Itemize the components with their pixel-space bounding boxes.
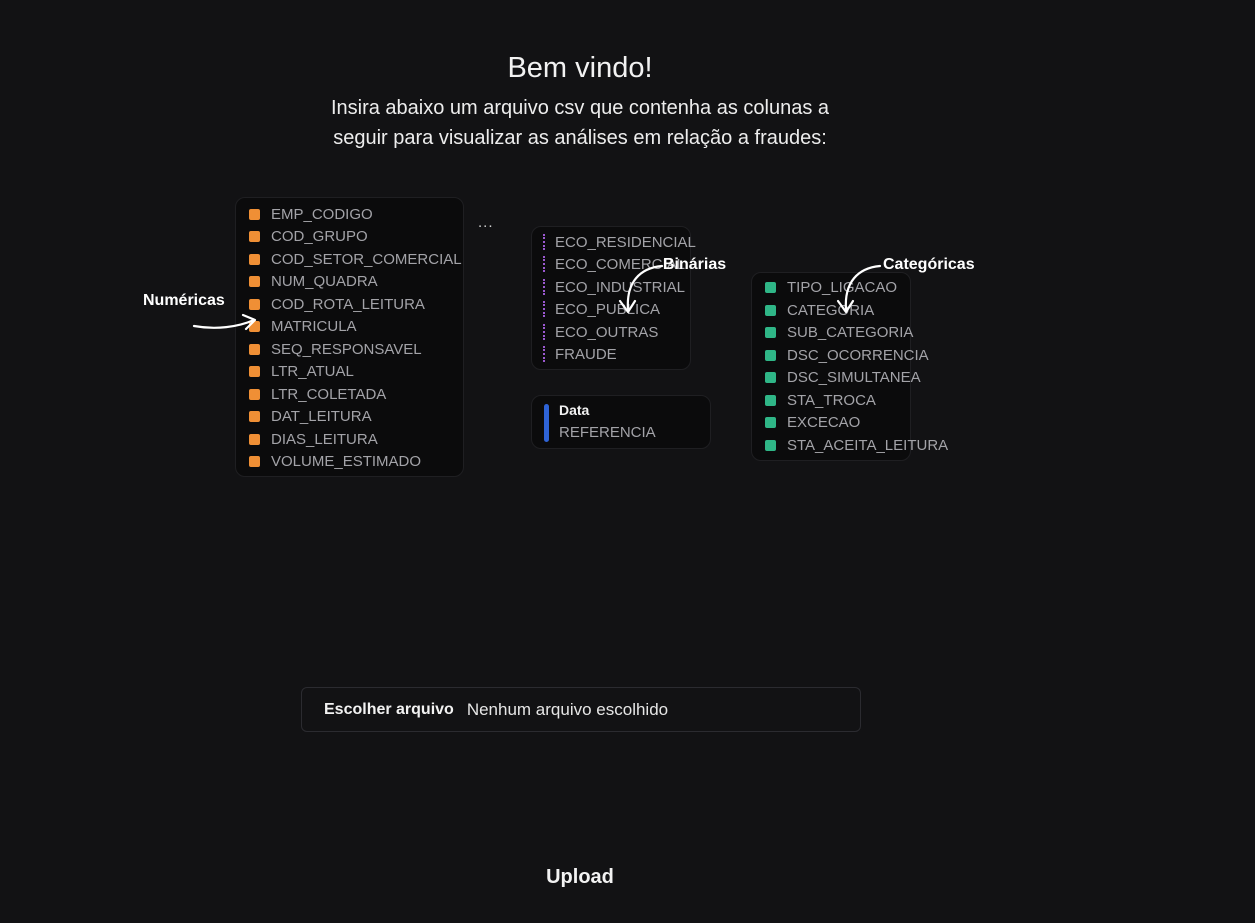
categorical-column-item: DSC_SIMULTANEA (765, 366, 921, 388)
orange-square-icon (249, 208, 260, 220)
upload-button[interactable]: Upload (480, 866, 680, 889)
dotted-bar-icon (543, 234, 545, 250)
file-status-text: Nenhum arquivo escolhido (466, 699, 669, 719)
page-subtitle: Insira abaixo um arquivo csv que contenh… (0, 93, 1160, 153)
subtitle-line-1: Insira abaixo um arquivo csv que contenh… (330, 97, 830, 119)
categorical-column-item: EXCECAO (765, 411, 860, 433)
page: Bem vindo! Insira abaixo um arquivo csv … (0, 0, 1255, 923)
binary-column-item: ECO_RESIDENCIAL (543, 231, 696, 253)
choose-file-button[interactable]: Escolher arquivo (324, 701, 454, 719)
numeric-column-item: COD_SETOR_COMERCIAL (249, 248, 462, 270)
dotted-bar-icon (543, 279, 545, 295)
numeric-column-item: DAT_LEITURA (249, 405, 372, 427)
orange-square-icon (249, 275, 260, 287)
date-column-card: Data REFERENCIA (531, 395, 711, 449)
categorical-column-item: STA_ACEITA_LEITURA (765, 434, 948, 456)
categorical-annotation: Categóricas (883, 256, 975, 273)
green-square-icon (765, 349, 776, 361)
orange-square-icon (249, 230, 260, 242)
categorical-column-item: STA_TROCA (765, 389, 876, 411)
binary-column-item: ECO_OUTRAS (543, 321, 658, 343)
dotted-bar-icon (543, 324, 545, 340)
numeric-column-item: LTR_ATUAL (249, 360, 354, 382)
numeric-column-item: DIAS_LEITURA (249, 428, 378, 450)
orange-square-icon (249, 343, 260, 355)
orange-square-icon (249, 433, 260, 445)
more-columns-ellipsis: ... (478, 214, 494, 231)
file-input[interactable]: Escolher arquivo Nenhum arquivo escolhid… (301, 687, 861, 732)
date-card-title: Data (559, 402, 590, 418)
numeric-column-item: COD_ROTA_LEITURA (249, 293, 425, 315)
binary-annotation: Binárias (663, 256, 727, 273)
numeric-column-item: COD_GRUPO (249, 225, 368, 247)
dotted-bar-icon (543, 256, 545, 272)
curved-arrow-icon (192, 313, 257, 331)
numeric-column-item: EMP_CODIGO (249, 203, 373, 225)
categorical-column-item: DSC_OCORRENCIA (765, 344, 929, 366)
green-square-icon (765, 416, 776, 428)
dotted-bar-icon (543, 301, 545, 317)
numeric-column-item: VOLUME_ESTIMADO (249, 450, 421, 472)
green-square-icon (765, 371, 776, 383)
page-title: Bem vindo! (507, 52, 653, 84)
numeric-column-item: NUM_QUADRA (249, 270, 378, 292)
green-square-icon (765, 281, 776, 293)
numeric-columns-card: EMP_CODIGO COD_GRUPO COD_SETOR_COMERCIAL… (235, 197, 464, 477)
green-square-icon (765, 326, 776, 338)
binary-column-item: FRAUDE (543, 343, 617, 365)
green-square-icon (765, 439, 776, 451)
orange-square-icon (249, 365, 260, 377)
subtitle-line-2: seguir para visualizar as análises em re… (333, 127, 827, 149)
blue-bar-icon (544, 404, 549, 442)
orange-square-icon (249, 388, 260, 400)
green-square-icon (765, 304, 776, 316)
curved-arrow-icon (836, 264, 882, 314)
curved-arrow-icon (618, 264, 664, 314)
date-column-item: REFERENCIA (559, 424, 656, 441)
orange-square-icon (249, 410, 260, 422)
numeric-column-item: SEQ_RESPONSAVEL (249, 338, 422, 360)
categorical-column-item: SUB_CATEGORIA (765, 321, 913, 343)
dotted-bar-icon (543, 346, 545, 362)
green-square-icon (765, 394, 776, 406)
orange-square-icon (249, 253, 260, 265)
numeric-column-item: LTR_COLETADA (249, 383, 386, 405)
orange-square-icon (249, 455, 260, 467)
